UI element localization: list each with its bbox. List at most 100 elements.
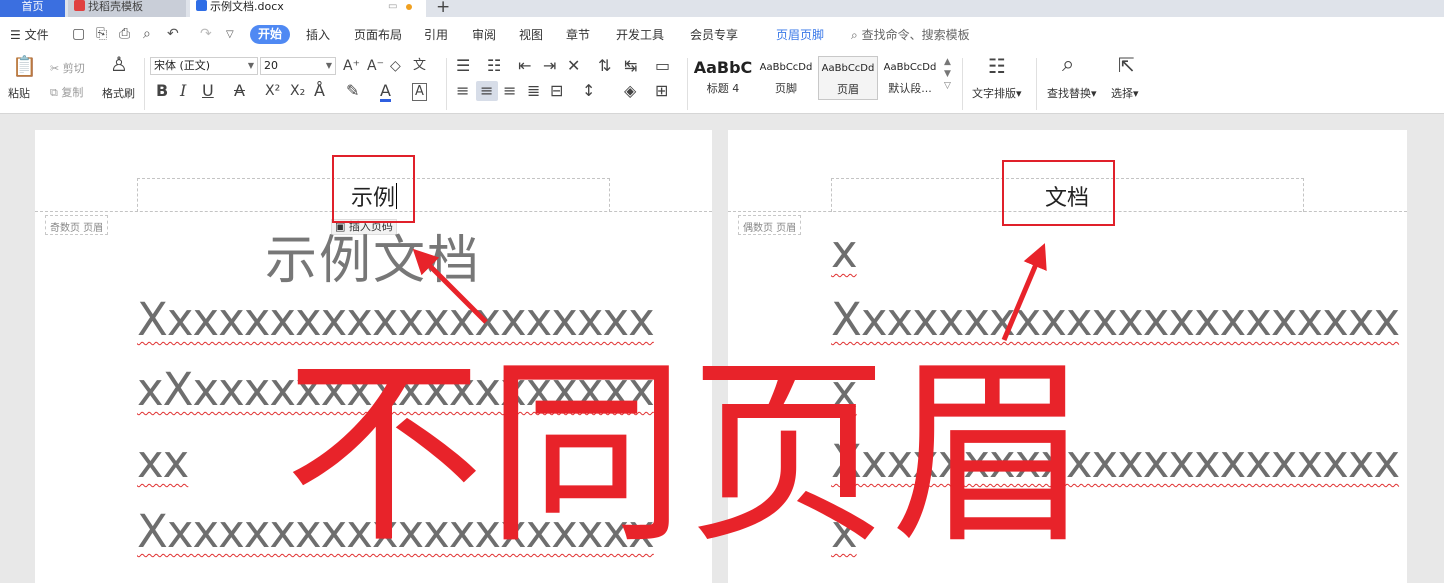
line-spacing-icon[interactable]: ↕ bbox=[582, 83, 595, 99]
subscript-icon[interactable]: X₂ bbox=[290, 83, 305, 99]
menu-bar: ☰ 文件 ▢ ⎘ ⎙ ⌕ ↶ ↷ ▽ 开始 插入 页面布局 引用 审阅 视图 章… bbox=[0, 17, 1444, 52]
cursor-arrow-icon[interactable]: ⇱ bbox=[1118, 55, 1135, 75]
style-name: 页脚 bbox=[775, 82, 797, 95]
text-layout-button[interactable]: 文字排版▾ bbox=[972, 85, 1022, 101]
paste-button[interactable]: 粘贴 bbox=[8, 85, 30, 101]
print-preview-icon[interactable]: ⌕ bbox=[143, 26, 151, 42]
menu-developer[interactable]: 开发工具 bbox=[616, 26, 664, 43]
select-button[interactable]: 选择▾ bbox=[1111, 85, 1139, 101]
chinese-layout-icon[interactable]: ✕ bbox=[567, 58, 580, 74]
word-doc-icon bbox=[196, 0, 207, 11]
command-search-label: 查找命令、搜索模板 bbox=[861, 28, 970, 42]
shading-icon[interactable]: ◈ bbox=[624, 83, 636, 99]
style-footer[interactable]: AaBbCcDd 页脚 bbox=[756, 56, 816, 100]
style-header[interactable]: AaBbCcDd 页眉 bbox=[818, 56, 878, 100]
underline-icon[interactable]: U bbox=[202, 83, 214, 99]
select-label: 选择 bbox=[1111, 87, 1133, 100]
outdent-icon[interactable]: ⇤ bbox=[518, 58, 531, 74]
distribute-icon[interactable]: ⊟ bbox=[550, 83, 563, 99]
align-right-icon[interactable]: ≡ bbox=[503, 83, 516, 99]
paste-icon[interactable]: 📋 bbox=[12, 56, 37, 76]
ribbon-divider bbox=[687, 58, 688, 110]
ribbon-divider bbox=[144, 58, 145, 110]
tab-bar: 首页 找稻壳模板 示例文档.docx ▭ + bbox=[0, 0, 1444, 17]
copy-button[interactable]: ⧉ 复制 bbox=[50, 84, 83, 100]
overlay-caption: 不同页眉 bbox=[284, 338, 1093, 571]
show-marks-icon[interactable]: ↹ bbox=[624, 58, 637, 74]
file-menu[interactable]: ☰ 文件 bbox=[10, 26, 49, 43]
styles-scroll-icon[interactable]: ▲ ▼ ▽ bbox=[944, 56, 951, 92]
shrink-font-icon[interactable]: A⁻ bbox=[367, 58, 384, 74]
justify-icon[interactable]: ≣ bbox=[527, 83, 540, 99]
menu-header-footer[interactable]: 页眉页脚 bbox=[776, 26, 824, 43]
menu-member[interactable]: 会员专享 bbox=[690, 26, 738, 43]
save-icon[interactable]: ▢ bbox=[72, 26, 85, 42]
table-tab-icon[interactable]: ▭ bbox=[655, 58, 670, 74]
body-line: Xxxxxxxxxxxxxxxxxxxx bbox=[137, 293, 655, 346]
unsaved-dot-icon bbox=[406, 4, 412, 10]
search-icon: ⌕ bbox=[851, 28, 858, 42]
cut-button[interactable]: ✂ 剪切 bbox=[50, 60, 85, 76]
phonetic-icon[interactable]: 文 bbox=[413, 58, 426, 74]
export-icon[interactable]: ⎘ bbox=[96, 26, 107, 42]
quick-access-more-icon[interactable]: ▽ bbox=[226, 29, 234, 40]
indent-icon[interactable]: ⇥ bbox=[543, 58, 556, 74]
text-layout-label: 文字排版 bbox=[972, 87, 1016, 100]
ribbon: 📋 粘贴 ✂ 剪切 ⧉ 复制 ♙ 格式刷 宋体 (正文) ▼ 20 ▼ A⁺ A⁻ … bbox=[0, 52, 1444, 114]
undo-icon[interactable]: ↶ bbox=[167, 26, 179, 42]
strikethrough-icon[interactable]: A bbox=[234, 83, 245, 99]
clear-format-icon[interactable]: ◇ bbox=[390, 58, 401, 74]
menu-insert[interactable]: 插入 bbox=[306, 26, 330, 43]
numbered-list-icon[interactable]: ☷ bbox=[487, 58, 501, 74]
font-name-select[interactable]: 宋体 (正文) ▼ bbox=[150, 57, 258, 75]
text-effect-icon[interactable]: Å bbox=[314, 83, 325, 99]
superscript-icon[interactable]: X² bbox=[265, 83, 280, 99]
cut-label: 剪切 bbox=[62, 62, 85, 75]
new-tab-button[interactable]: + bbox=[436, 0, 450, 17]
grow-font-icon[interactable]: A⁺ bbox=[343, 58, 360, 74]
chevron-down-icon: ▼ bbox=[247, 61, 254, 70]
menu-view[interactable]: 视图 bbox=[519, 26, 543, 43]
borders-icon[interactable]: ⊞ bbox=[655, 83, 668, 99]
tab-home[interactable]: 首页 bbox=[0, 0, 65, 17]
command-search[interactable]: ⌕ 查找命令、搜索模板 bbox=[851, 26, 970, 43]
style-name: 默认段... bbox=[888, 82, 932, 95]
font-name-value: 宋体 (正文) bbox=[154, 59, 211, 72]
font-size-select[interactable]: 20 ▼ bbox=[260, 57, 336, 75]
format-painter-icon[interactable]: ♙ bbox=[110, 54, 128, 74]
menu-review[interactable]: 审阅 bbox=[472, 26, 496, 43]
highlight-icon[interactable]: ✎ bbox=[346, 83, 359, 99]
print-icon[interactable]: ⎙ bbox=[119, 26, 130, 42]
italic-icon[interactable]: I bbox=[180, 83, 186, 99]
format-painter-button[interactable]: 格式刷 bbox=[102, 85, 135, 101]
document-title: 示例文档 bbox=[265, 231, 482, 291]
style-heading4[interactable]: AaBbC 标题 4 bbox=[693, 56, 753, 100]
copy-label: 复制 bbox=[61, 86, 84, 99]
style-name: 标题 4 bbox=[706, 82, 740, 95]
tab-template-label: 找稻壳模板 bbox=[88, 0, 143, 13]
menu-chapter[interactable]: 章节 bbox=[566, 26, 590, 43]
tab-template[interactable]: 找稻壳模板 bbox=[68, 0, 186, 17]
bullet-list-icon[interactable]: ☰ bbox=[456, 58, 470, 74]
text-layout-icon[interactable]: ☷ bbox=[988, 56, 1006, 76]
style-sample: AaBbC bbox=[693, 58, 753, 77]
find-replace-button[interactable]: 查找替换▾ bbox=[1047, 85, 1097, 101]
redo-icon[interactable]: ↷ bbox=[200, 26, 212, 42]
sort-icon[interactable]: ⇅ bbox=[598, 58, 611, 74]
magnifier-icon[interactable]: ⌕ bbox=[1062, 54, 1074, 76]
align-center-icon[interactable]: ≡ bbox=[480, 83, 493, 99]
ribbon-divider bbox=[962, 58, 963, 110]
style-name: 页眉 bbox=[837, 83, 859, 96]
menu-page-layout[interactable]: 页面布局 bbox=[354, 26, 402, 43]
font-color-icon[interactable]: A bbox=[380, 83, 391, 102]
tab-document[interactable]: 示例文档.docx ▭ bbox=[190, 0, 426, 17]
bold-icon[interactable]: B bbox=[156, 83, 168, 99]
char-border-icon[interactable]: A bbox=[412, 83, 427, 101]
style-default-paragraph[interactable]: AaBbCcDd 默认段... bbox=[880, 56, 940, 100]
menu-references[interactable]: 引用 bbox=[424, 26, 448, 43]
menu-home[interactable]: 开始 bbox=[250, 25, 290, 44]
align-left-icon[interactable]: ≡ bbox=[456, 83, 469, 99]
annotation-box bbox=[332, 155, 415, 223]
style-sample: AaBbCcDd bbox=[759, 62, 813, 73]
pin-icon[interactable]: ▭ bbox=[388, 0, 397, 13]
